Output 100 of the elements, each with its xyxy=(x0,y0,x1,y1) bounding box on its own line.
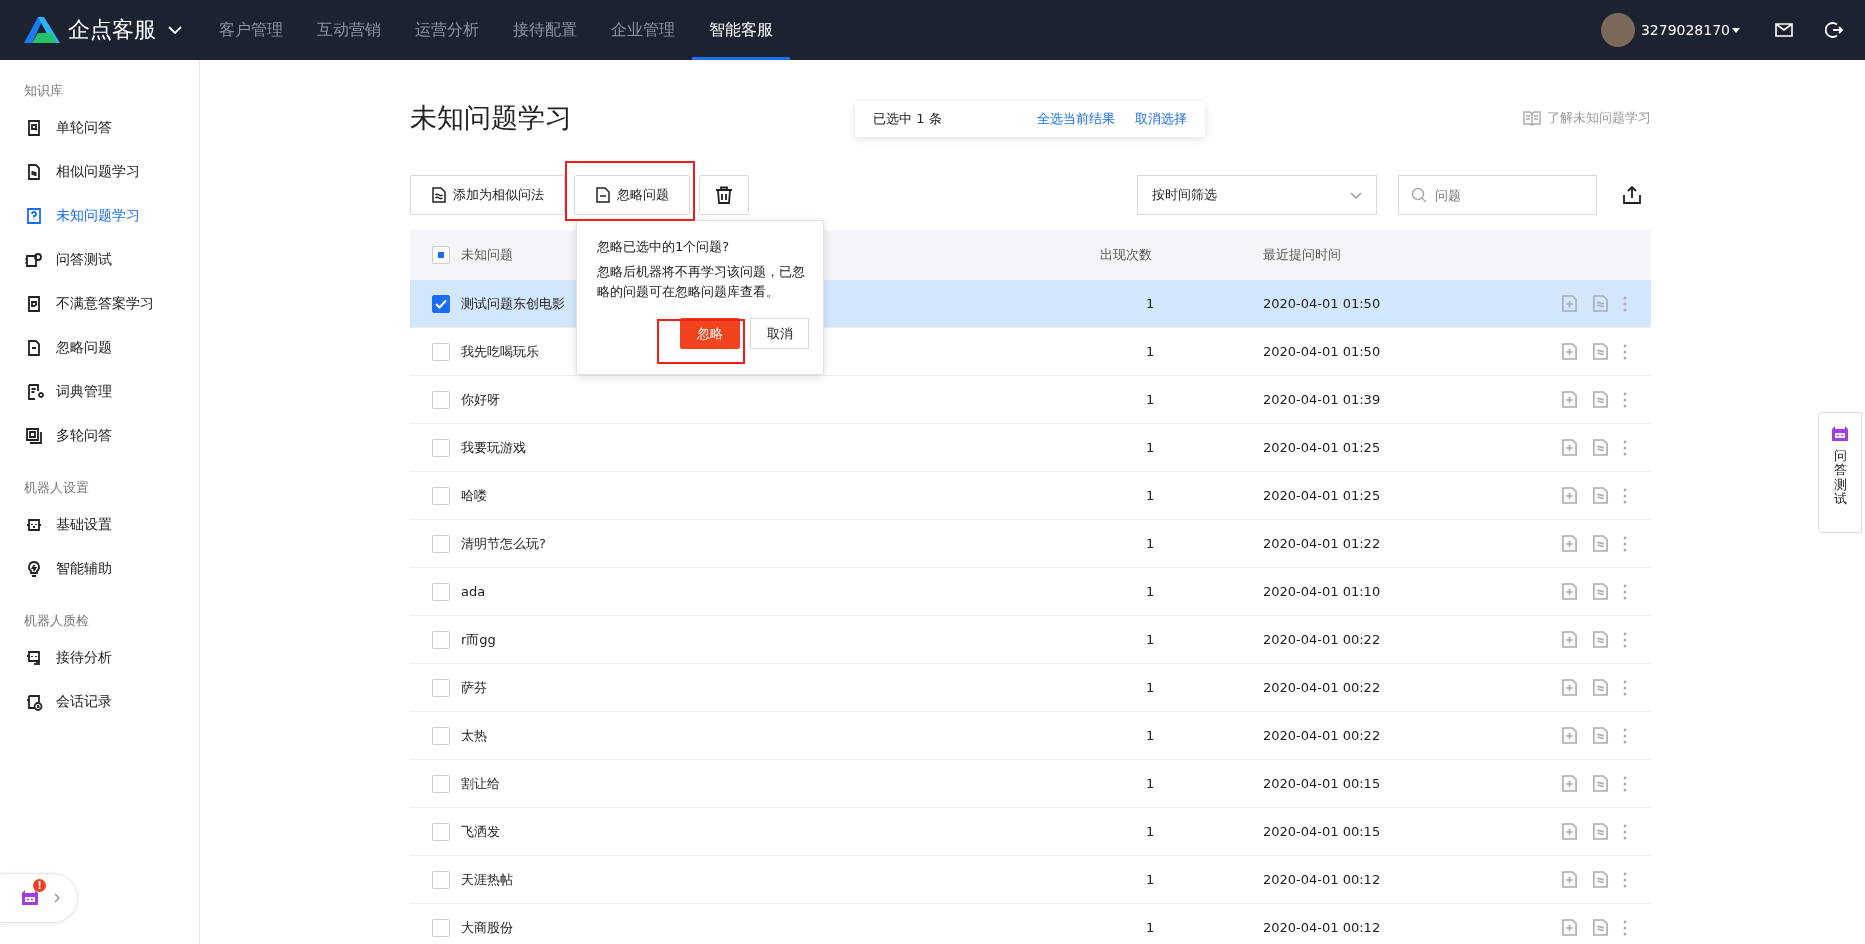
sidebar-item[interactable]: 多轮问答 xyxy=(0,414,199,458)
row-checkbox[interactable] xyxy=(432,678,450,697)
clear-selection-link[interactable]: 取消选择 xyxy=(1135,109,1187,128)
document-icon[interactable] xyxy=(1592,871,1609,888)
sidebar-item[interactable]: 智能辅助 xyxy=(0,547,199,591)
row-checkbox[interactable] xyxy=(432,438,450,457)
document-icon[interactable] xyxy=(1592,631,1609,648)
sidebar-item[interactable]: 会话记录 xyxy=(0,680,199,724)
document-plus-icon[interactable] xyxy=(1561,487,1578,504)
export-icon[interactable] xyxy=(1623,186,1641,204)
document-icon[interactable] xyxy=(1592,919,1609,936)
mail-icon[interactable] xyxy=(1775,23,1793,37)
row-checkbox[interactable] xyxy=(432,582,450,601)
sidebar-item[interactable]: 未知问题学习 xyxy=(0,194,199,238)
document-plus-icon[interactable] xyxy=(1561,631,1578,648)
more-icon[interactable] xyxy=(1623,630,1627,649)
nav-tab[interactable]: 运营分析 xyxy=(398,0,496,60)
document-icon[interactable] xyxy=(1592,823,1609,840)
document-icon[interactable] xyxy=(1592,679,1609,696)
more-icon[interactable] xyxy=(1623,918,1627,937)
table-row[interactable]: r而gg 1 2020-04-01 00:22 xyxy=(410,616,1651,664)
document-icon[interactable] xyxy=(1592,487,1609,504)
table-row[interactable]: 清明节怎么玩? 1 2020-04-01 01:22 xyxy=(410,520,1651,568)
table-row[interactable]: 割让给 1 2020-04-01 00:15 xyxy=(410,760,1651,808)
sidebar-item[interactable]: 忽略问题 xyxy=(0,326,199,370)
nav-tab[interactable]: 企业管理 xyxy=(594,0,692,60)
document-icon[interactable] xyxy=(1592,775,1609,792)
sidebar-item[interactable]: 单轮问答 xyxy=(0,106,199,150)
table-row[interactable]: 大商股份 1 2020-04-01 00:12 xyxy=(410,904,1651,944)
document-plus-icon[interactable] xyxy=(1561,391,1578,408)
document-plus-icon[interactable] xyxy=(1561,295,1578,312)
nav-tab[interactable]: 客户管理 xyxy=(202,0,300,60)
document-icon[interactable] xyxy=(1592,727,1609,744)
logout-icon[interactable] xyxy=(1825,21,1843,39)
document-icon[interactable] xyxy=(1592,535,1609,552)
ignore-button[interactable]: 忽略问题 xyxy=(574,175,690,215)
document-icon[interactable] xyxy=(1592,439,1609,456)
delete-button[interactable] xyxy=(699,175,749,215)
sidebar-item[interactable]: 问答测试 xyxy=(0,238,199,282)
document-plus-icon[interactable] xyxy=(1561,583,1578,600)
document-plus-icon[interactable] xyxy=(1561,535,1578,552)
document-plus-icon[interactable] xyxy=(1561,775,1578,792)
caret-down-icon[interactable] xyxy=(1732,27,1740,33)
table-row[interactable]: 你好呀 1 2020-04-01 01:39 xyxy=(410,376,1651,424)
document-icon[interactable] xyxy=(1592,343,1609,360)
row-checkbox[interactable] xyxy=(432,774,450,793)
avatar[interactable] xyxy=(1600,13,1635,47)
nav-tab[interactable]: 智能客服 xyxy=(692,0,790,60)
row-checkbox[interactable] xyxy=(432,870,450,889)
row-checkbox[interactable] xyxy=(432,390,450,409)
sidebar-item[interactable]: 不满意答案学习 xyxy=(0,282,199,326)
add-similar-button[interactable]: 添加为相似问法 xyxy=(410,175,565,215)
nav-tab[interactable]: 互动营销 xyxy=(300,0,398,60)
more-icon[interactable] xyxy=(1623,678,1627,697)
sidebar-item[interactable]: 接待分析 xyxy=(0,636,199,680)
select-all-checkbox[interactable] xyxy=(432,246,450,264)
row-checkbox[interactable] xyxy=(432,534,450,553)
row-checkbox[interactable] xyxy=(432,822,450,841)
more-icon[interactable] xyxy=(1623,294,1627,313)
document-plus-icon[interactable] xyxy=(1561,919,1578,936)
document-plus-icon[interactable] xyxy=(1561,823,1578,840)
document-plus-icon[interactable] xyxy=(1561,871,1578,888)
row-checkbox[interactable] xyxy=(432,342,450,361)
table-row[interactable]: 太热 1 2020-04-01 00:22 xyxy=(410,712,1651,760)
table-row[interactable]: 天涯热帖 1 2020-04-01 00:12 xyxy=(410,856,1651,904)
more-icon[interactable] xyxy=(1623,534,1627,553)
more-icon[interactable] xyxy=(1623,486,1627,505)
time-filter-dropdown[interactable]: 按时间筛选 xyxy=(1137,175,1377,215)
document-icon[interactable] xyxy=(1592,295,1609,312)
more-icon[interactable] xyxy=(1623,774,1627,793)
table-row[interactable]: 萨芬 1 2020-04-01 00:22 xyxy=(410,664,1651,712)
document-plus-icon[interactable] xyxy=(1561,727,1578,744)
sidebar-item[interactable]: 基础设置 xyxy=(0,503,199,547)
row-checkbox[interactable] xyxy=(432,726,450,745)
sidebar-item[interactable]: 词典管理 xyxy=(0,370,199,414)
document-plus-icon[interactable] xyxy=(1561,439,1578,456)
chevron-down-icon[interactable] xyxy=(168,26,182,34)
more-icon[interactable] xyxy=(1623,342,1627,361)
side-widget[interactable]: 问答测试 xyxy=(1818,412,1862,533)
nav-tab[interactable]: 接待配置 xyxy=(496,0,594,60)
document-icon[interactable] xyxy=(1592,583,1609,600)
cancel-button[interactable]: 取消 xyxy=(750,318,809,349)
more-icon[interactable] xyxy=(1623,870,1627,889)
more-icon[interactable] xyxy=(1623,726,1627,745)
more-icon[interactable] xyxy=(1623,390,1627,409)
table-row[interactable]: 哈喽 1 2020-04-01 01:25 xyxy=(410,472,1651,520)
more-icon[interactable] xyxy=(1623,822,1627,841)
more-icon[interactable] xyxy=(1623,438,1627,457)
document-plus-icon[interactable] xyxy=(1561,679,1578,696)
row-checkbox[interactable] xyxy=(432,918,450,937)
table-row[interactable]: 我要玩游戏 1 2020-04-01 01:25 xyxy=(410,424,1651,472)
row-checkbox[interactable] xyxy=(432,630,450,649)
row-checkbox[interactable] xyxy=(432,486,450,505)
row-checkbox[interactable] xyxy=(432,294,450,313)
table-row[interactable]: 飞洒发 1 2020-04-01 00:15 xyxy=(410,808,1651,856)
username[interactable]: 3279028170 xyxy=(1640,22,1730,38)
ignore-confirm-button[interactable]: 忽略 xyxy=(680,318,740,349)
document-plus-icon[interactable] xyxy=(1561,343,1578,360)
select-all-link[interactable]: 全选当前结果 xyxy=(1037,109,1115,128)
sidebar-item[interactable]: 相似问题学习 xyxy=(0,150,199,194)
